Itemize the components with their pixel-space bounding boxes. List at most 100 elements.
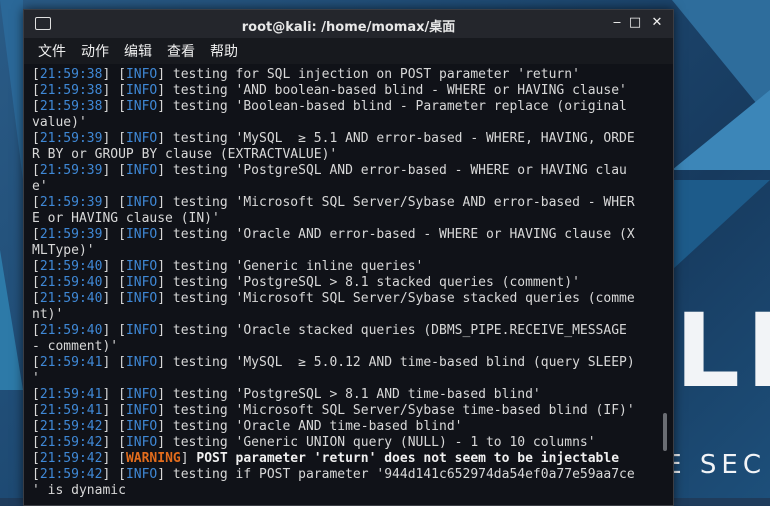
log-timestamp: 21:59:41 <box>39 403 103 418</box>
terminal-line: [21:59:39] [INFO] testing 'Microsoft SQL… <box>32 195 635 210</box>
log-level: INFO <box>125 131 158 146</box>
log-level: INFO <box>125 467 158 482</box>
log-level: INFO <box>125 163 158 178</box>
log-message: POST parameter 'return' does not seem to… <box>188 451 620 466</box>
log-timestamp: 21:59:40 <box>39 291 103 306</box>
terminal-line: [21:59:41] [INFO] testing 'PostgreSQL > … <box>32 387 541 402</box>
log-timestamp: 21:59:39 <box>39 227 103 242</box>
log-level: INFO <box>125 259 158 274</box>
terminal-output[interactable]: [21:59:38] [INFO] testing for SQL inject… <box>32 67 652 499</box>
log-message: testing 'Boolean-based blind - Parameter… <box>165 99 627 114</box>
menu-view[interactable]: 查看 <box>167 41 195 61</box>
scrollbar-thumb[interactable] <box>663 413 667 451</box>
maximize-button[interactable]: □ <box>626 14 644 32</box>
log-message: testing for SQL injection on POST parame… <box>165 67 580 82</box>
log-timestamp: 21:59:38 <box>39 83 103 98</box>
log-timestamp: 21:59:40 <box>39 259 103 274</box>
log-message: testing 'PostgreSQL AND error-based - WH… <box>165 163 627 178</box>
terminal-line: ' <box>32 371 652 387</box>
log-message: testing 'Microsoft SQL Server/Sybase tim… <box>165 403 635 418</box>
terminal-line: [21:59:39] [INFO] testing 'MySQL ≥ 5.1 A… <box>32 131 635 146</box>
log-message: testing 'PostgreSQL > 8.1 AND time-based… <box>165 387 541 402</box>
log-message: R BY or GROUP BY clause (EXTRACTVALUE)' <box>32 147 338 162</box>
terminal-line: E or HAVING clause (IN)' <box>32 211 652 227</box>
terminal-line: [21:59:42] [WARNING] POST parameter 'ret… <box>32 451 620 466</box>
log-level: INFO <box>125 99 158 114</box>
log-timestamp: 21:59:41 <box>39 387 103 402</box>
log-message: testing 'Microsoft SQL Server/Sybase AND… <box>165 195 635 210</box>
log-timestamp: 21:59:39 <box>39 131 103 146</box>
terminal-window[interactable]: root@kali: /home/momax/桌面 ‒ □ ✕ 文件 动作 编辑… <box>23 9 674 506</box>
menu-bar: 文件 动作 编辑 查看 帮助 <box>24 38 673 64</box>
title-bar[interactable]: root@kali: /home/momax/桌面 ‒ □ ✕ <box>24 10 673 38</box>
log-message: ' <box>32 371 40 386</box>
terminal-line: [21:59:42] [INFO] testing if POST parame… <box>32 467 635 482</box>
log-level: INFO <box>125 275 158 290</box>
log-message: testing 'MySQL ≥ 5.1 AND error-based - W… <box>165 131 635 146</box>
log-level: INFO <box>125 83 158 98</box>
terminal-line: [21:59:40] [INFO] testing 'Generic inlin… <box>32 259 424 274</box>
terminal-line: [21:59:42] [INFO] testing 'Generic UNION… <box>32 435 596 450</box>
log-timestamp: 21:59:42 <box>39 419 103 434</box>
window-title: root@kali: /home/momax/桌面 <box>241 20 456 35</box>
log-timestamp: 21:59:40 <box>39 323 103 338</box>
terminal-line: [21:59:41] [INFO] testing 'MySQL ≥ 5.0.1… <box>32 355 635 370</box>
log-level: INFO <box>125 435 158 450</box>
terminal-line: [21:59:39] [INFO] testing 'Oracle AND er… <box>32 227 635 242</box>
log-level: INFO <box>125 419 158 434</box>
terminal-line: [21:59:38] [INFO] testing for SQL inject… <box>32 67 580 82</box>
terminal-line: ' is dynamic <box>32 483 652 499</box>
terminal-line: [21:59:41] [INFO] testing 'Microsoft SQL… <box>32 403 635 418</box>
terminal-line: [21:59:38] [INFO] testing 'Boolean-based… <box>32 99 627 114</box>
log-message: testing 'Generic UNION query (NULL) - 1 … <box>165 435 596 450</box>
log-message: value)' <box>32 115 87 130</box>
log-timestamp: 21:59:42 <box>39 451 103 466</box>
log-message: testing 'PostgreSQL > 8.1 stacked querie… <box>165 275 580 290</box>
log-level: INFO <box>125 195 158 210</box>
terminal-line: MLType)' <box>32 243 652 259</box>
terminal-line: value)' <box>32 115 652 131</box>
log-message: MLType)' <box>32 243 95 258</box>
menu-edit[interactable]: 编辑 <box>124 41 152 61</box>
terminal-line: e' <box>32 179 652 195</box>
terminal-line: - comment)' <box>32 339 652 355</box>
minimize-button[interactable]: ‒ <box>608 14 626 32</box>
log-level: INFO <box>125 403 158 418</box>
log-level: INFO <box>125 227 158 242</box>
log-level: INFO <box>125 67 158 82</box>
terminal-line: [21:59:40] [INFO] testing 'Oracle stacke… <box>32 323 627 338</box>
menu-help[interactable]: 帮助 <box>210 41 238 61</box>
terminal-line: nt)' <box>32 307 652 323</box>
log-message: testing 'Oracle AND time-based blind' <box>165 419 463 434</box>
log-message: nt)' <box>32 307 64 322</box>
log-message: testing 'MySQL ≥ 5.0.12 AND time-based b… <box>165 355 635 370</box>
close-button[interactable]: ✕ <box>648 14 666 32</box>
log-level: WARNING <box>125 451 181 466</box>
terminal-line: [21:59:39] [INFO] testing 'PostgreSQL AN… <box>32 163 627 178</box>
terminal-line: [21:59:38] [INFO] testing 'AND boolean-b… <box>32 83 627 98</box>
terminal-line: [21:59:42] [INFO] testing 'Oracle AND ti… <box>32 419 463 434</box>
log-timestamp: 21:59:42 <box>39 467 103 482</box>
log-message: ' is dynamic <box>32 483 126 498</box>
log-message: testing 'Generic inline queries' <box>165 259 424 274</box>
log-message: e' <box>32 179 48 194</box>
log-timestamp: 21:59:42 <box>39 435 103 450</box>
log-level: INFO <box>125 323 158 338</box>
log-timestamp: 21:59:38 <box>39 67 103 82</box>
log-timestamp: 21:59:39 <box>39 195 103 210</box>
log-level: INFO <box>125 355 158 370</box>
log-timestamp: 21:59:38 <box>39 99 103 114</box>
menu-file[interactable]: 文件 <box>38 41 66 61</box>
terminal-line: R BY or GROUP BY clause (EXTRACTVALUE)' <box>32 147 652 163</box>
log-message: testing 'Oracle stacked queries (DBMS_PI… <box>165 323 627 338</box>
log-message: testing 'Microsoft SQL Server/Sybase sta… <box>165 291 635 306</box>
log-message: testing 'Oracle AND error-based - WHERE … <box>165 227 635 242</box>
log-message: testing 'AND boolean-based blind - WHERE… <box>165 83 627 98</box>
log-timestamp: 21:59:41 <box>39 355 103 370</box>
log-timestamp: 21:59:40 <box>39 275 103 290</box>
log-message: E or HAVING clause (IN)' <box>32 211 220 226</box>
log-level: INFO <box>125 291 158 306</box>
terminal-line: [21:59:40] [INFO] testing 'PostgreSQL > … <box>32 275 580 290</box>
menu-action[interactable]: 动作 <box>81 41 109 61</box>
log-message: - comment)' <box>32 339 119 354</box>
